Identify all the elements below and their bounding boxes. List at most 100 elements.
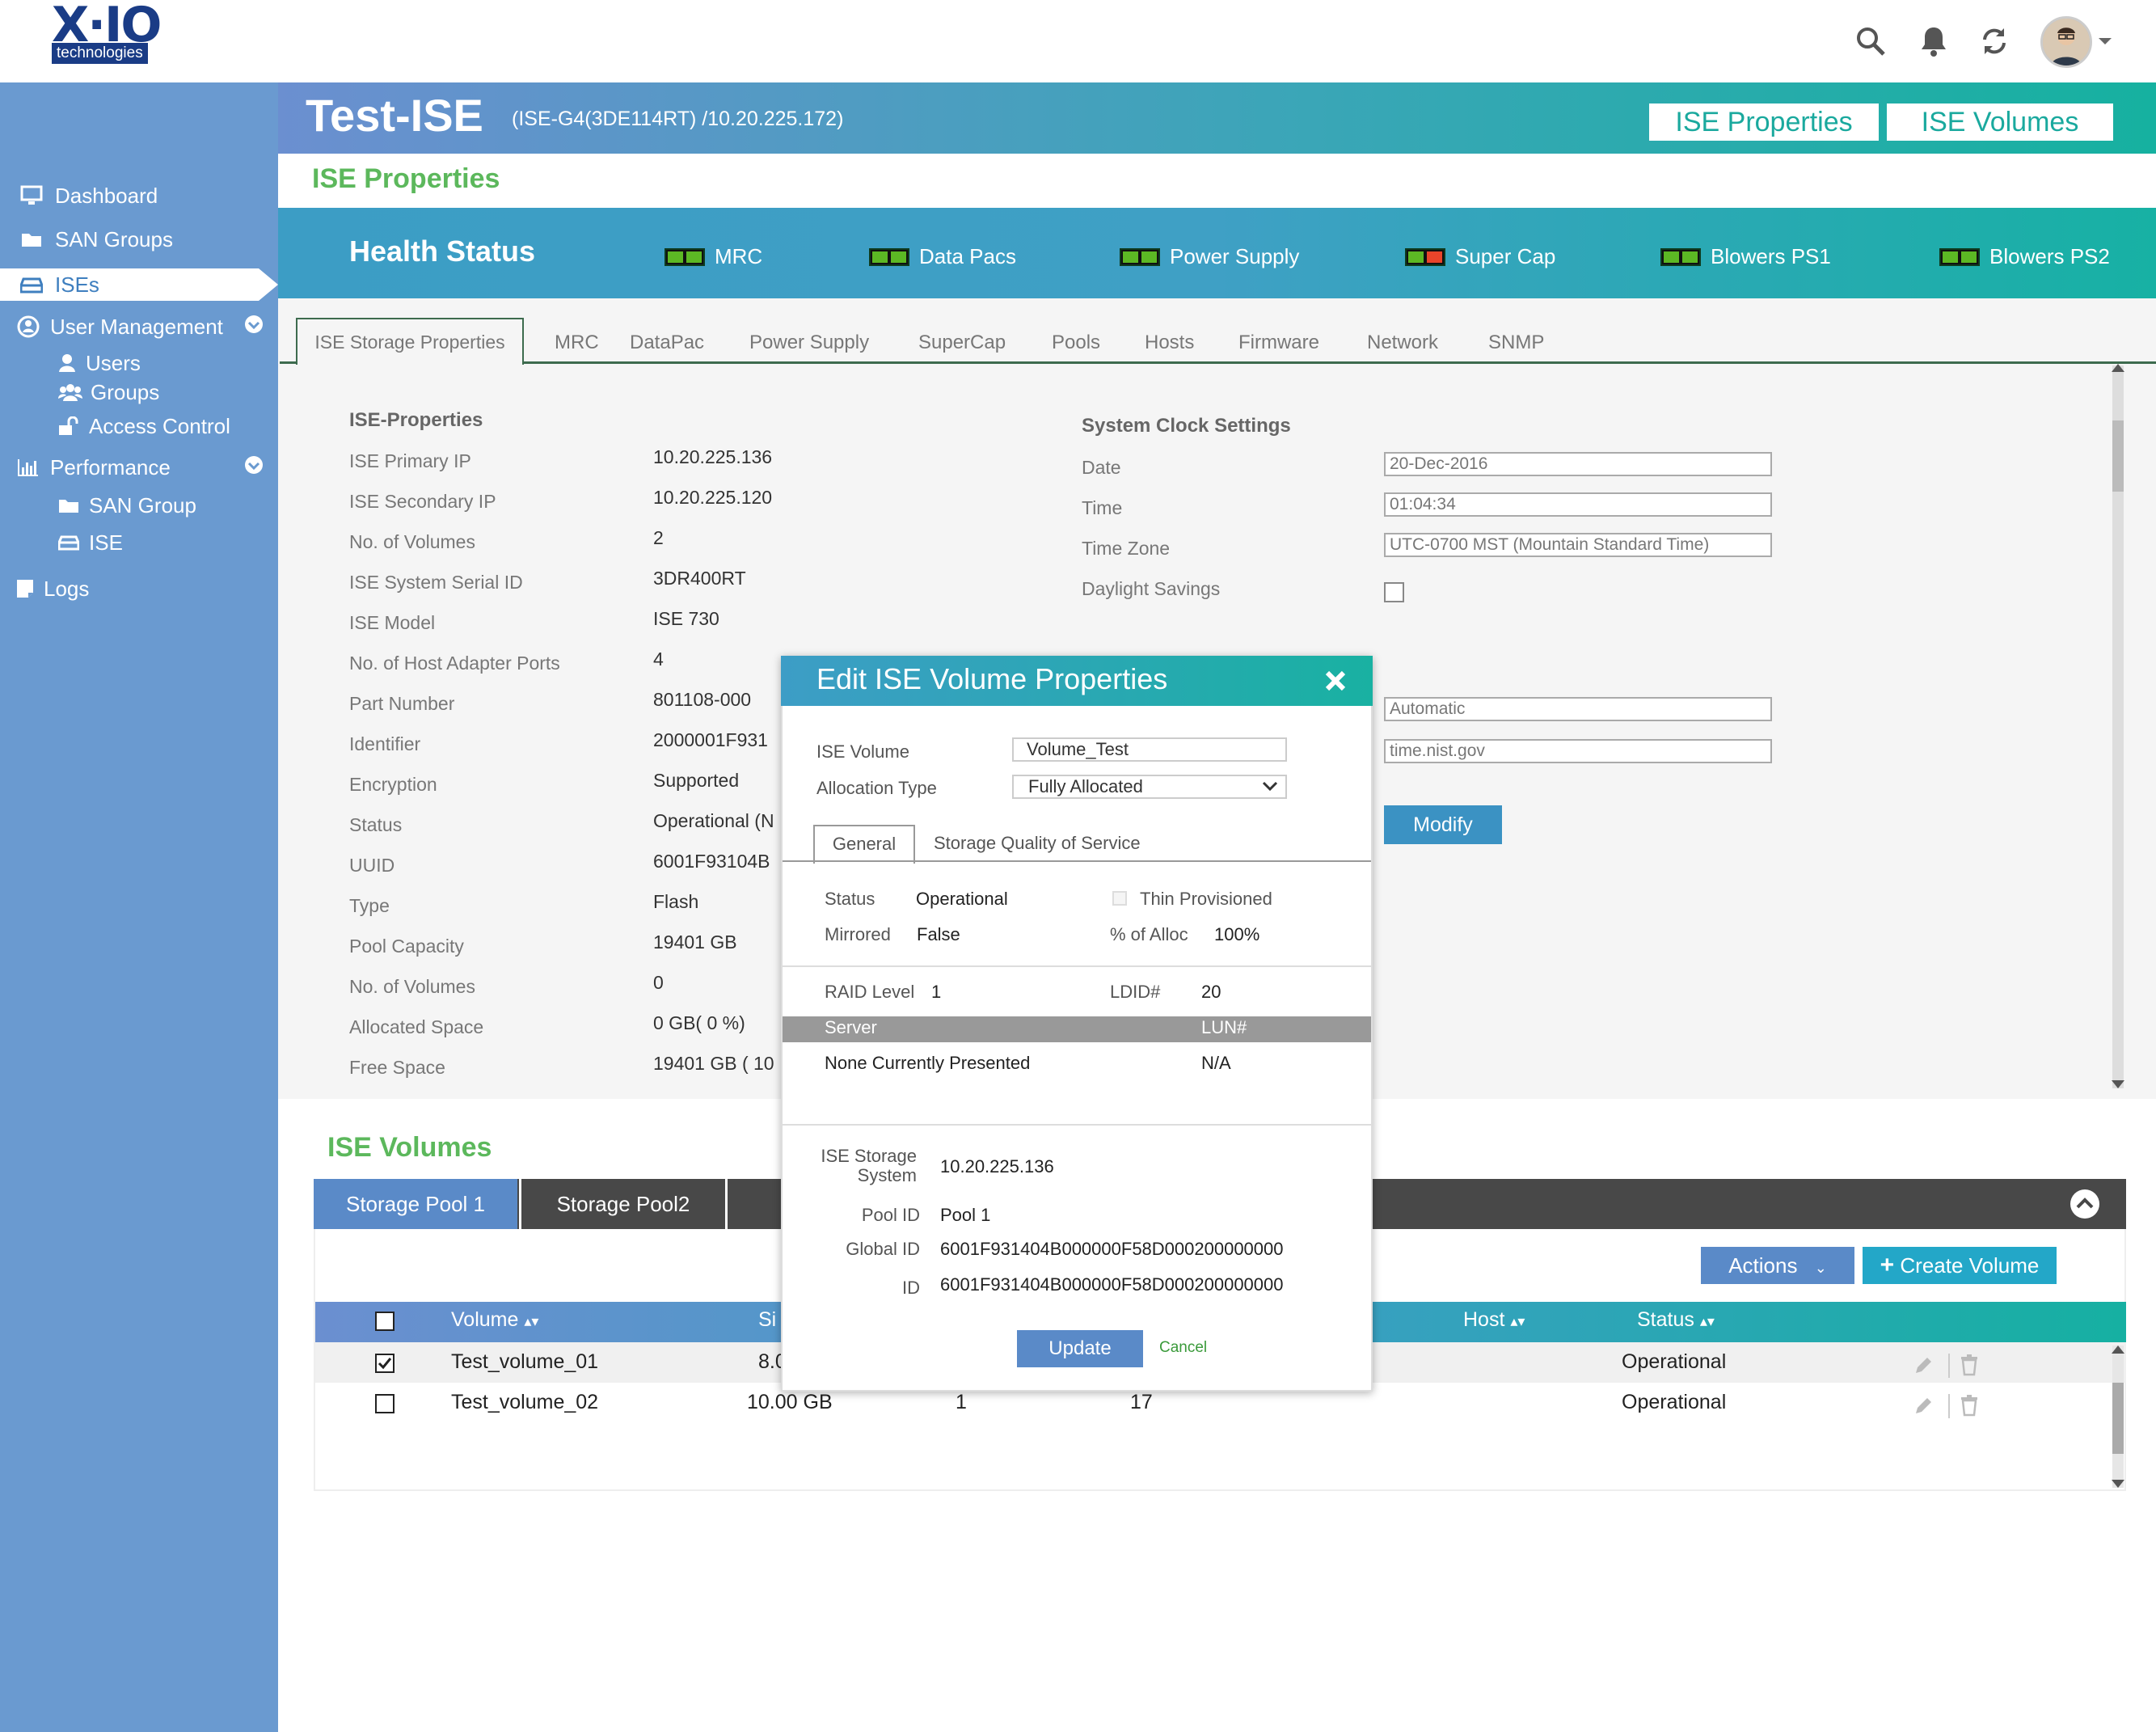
bell-icon[interactable]	[1915, 23, 1952, 60]
create-volume-button[interactable]: + Create Volume	[1863, 1247, 2057, 1284]
tab-mrc[interactable]: MRC	[555, 332, 599, 354]
prop-label: UUID	[349, 855, 395, 876]
thin-provisioned-checkbox[interactable]	[1112, 891, 1127, 906]
sidebar-item-san-group[interactable]: SAN Group	[0, 492, 278, 519]
sidebar-item-user-management[interactable]: User Management	[0, 312, 278, 341]
tab-snmp[interactable]: SNMP	[1488, 332, 1544, 354]
health-item-mrc[interactable]: MRC	[665, 244, 762, 269]
tab-supercap[interactable]: SuperCap	[918, 332, 1006, 354]
tab-ise-storage-properties[interactable]: ISE Storage Properties	[296, 318, 524, 365]
collapse-panel-icon[interactable]	[2070, 1189, 2100, 1223]
sidebar-item-san-groups[interactable]: SAN Groups	[0, 225, 278, 254]
ise-volumes-button[interactable]: ISE Volumes	[1887, 103, 2113, 141]
health-status-title: Health Status	[349, 234, 536, 268]
close-icon[interactable]	[1323, 668, 1348, 698]
tab-pools[interactable]: Pools	[1052, 332, 1100, 354]
chevron-down-icon	[244, 455, 264, 480]
tab-storage-pool-2[interactable]: Storage Pool2	[521, 1179, 725, 1229]
sidebar-item-dashboard[interactable]: Dashboard	[0, 181, 278, 210]
sidebar-item-groups[interactable]: Groups	[0, 378, 278, 406]
column-volume[interactable]: Volume ▴▾	[451, 1308, 538, 1332]
logo-tagline: technologies	[52, 43, 148, 64]
column-label: Volume	[451, 1308, 519, 1331]
edit-icon[interactable]	[1913, 1396, 1934, 1421]
sort-icon: ▴▾	[524, 1313, 539, 1329]
prop-label: Part Number	[349, 693, 455, 714]
volume-cell: 17	[1130, 1391, 1153, 1413]
modal-title: Edit ISE Volume Properties	[816, 662, 1168, 695]
trash-icon[interactable]	[1960, 1394, 1979, 1421]
health-item-label: Data Pacs	[919, 244, 1016, 268]
volumes-scrollbar-thumb[interactable]	[2112, 1383, 2124, 1454]
monitor-icon	[18, 185, 45, 206]
health-item-blowers-ps2[interactable]: Blowers PS2	[1939, 244, 2110, 269]
modify-button[interactable]: Modify	[1384, 805, 1502, 844]
volume-name: Test_volume_01	[451, 1350, 599, 1373]
user-avatar[interactable]	[2040, 16, 2092, 68]
select-all-checkbox[interactable]	[375, 1312, 394, 1331]
modal-tab-general[interactable]: General	[813, 825, 915, 864]
create-volume-label: Create Volume	[1900, 1253, 2040, 1278]
health-item-data-pacs[interactable]: Data Pacs	[869, 244, 1016, 269]
modal-tab-qos[interactable]: Storage Quality of Service	[934, 833, 1141, 854]
ntp-server-field[interactable]: time.nist.gov	[1384, 739, 1772, 763]
properties-scrollbar-thumb[interactable]	[2112, 420, 2124, 492]
column-size[interactable]: Si	[758, 1308, 776, 1332]
ntp-mode-field[interactable]: Automatic	[1384, 697, 1772, 721]
sidebar-item-users[interactable]: Users	[0, 349, 278, 377]
modal-tab-underline	[783, 860, 1371, 862]
update-button[interactable]: Update	[1017, 1330, 1143, 1367]
time-field[interactable]: 01:04:34	[1384, 492, 1772, 517]
scroll-up-icon[interactable]	[2112, 1345, 2124, 1354]
prop-value: ISE 730	[653, 608, 719, 629]
mirrored-value: False	[917, 924, 960, 944]
ise-properties-button[interactable]: ISE Properties	[1649, 103, 1879, 141]
allocation-type-select[interactable]: Fully Allocated	[1012, 775, 1287, 799]
column-status[interactable]: Status ▴▾	[1637, 1308, 1715, 1332]
scroll-up-icon[interactable]	[2112, 364, 2124, 372]
edit-icon[interactable]	[1913, 1355, 1934, 1380]
cancel-link[interactable]: Cancel	[1159, 1339, 1207, 1357]
date-field[interactable]: 20-Dec-2016	[1384, 452, 1772, 476]
tab-hosts[interactable]: Hosts	[1145, 332, 1194, 354]
allocation-type-value: Fully Allocated	[1028, 776, 1143, 796]
status-led-icon	[1120, 247, 1160, 266]
health-item-power-supply[interactable]: Power Supply	[1120, 244, 1299, 269]
refresh-icon[interactable]	[1976, 23, 2013, 60]
tab-network[interactable]: Network	[1367, 332, 1438, 354]
scroll-down-icon[interactable]	[2112, 1480, 2124, 1488]
company-logo[interactable]: X·IO technologies	[47, 0, 164, 66]
health-item-super-cap[interactable]: Super Cap	[1405, 244, 1555, 269]
user-menu-chevron-icon[interactable]	[2094, 23, 2116, 60]
health-item-blowers-ps1[interactable]: Blowers PS1	[1660, 244, 1831, 269]
row-checkbox[interactable]	[375, 1354, 394, 1373]
prop-label: Pool Capacity	[349, 936, 464, 957]
prop-value: 10.20.225.136	[653, 446, 773, 467]
actions-dropdown[interactable]: Actions ⌄	[1701, 1247, 1854, 1284]
scroll-down-icon[interactable]	[2112, 1080, 2124, 1088]
trash-icon[interactable]	[1960, 1354, 1979, 1380]
sidebar-item-logs[interactable]: Logs	[0, 574, 278, 603]
alloc-percent-value: 100%	[1214, 924, 1260, 944]
row-checkbox[interactable]	[375, 1394, 394, 1413]
health-item-label: Super Cap	[1455, 244, 1556, 268]
sidebar-item-ise[interactable]: ISE	[0, 529, 278, 556]
column-host[interactable]: Host ▴▾	[1463, 1308, 1525, 1332]
search-icon[interactable]	[1852, 23, 1889, 60]
tab-firmware[interactable]: Firmware	[1238, 332, 1319, 354]
label-line: System	[857, 1165, 917, 1185]
sidebar-item-ises[interactable]: ISEs	[0, 268, 259, 301]
ise-volume-field[interactable]: Volume_Test	[1012, 737, 1287, 762]
chevron-down-icon: ⌄	[1814, 1260, 1827, 1276]
tab-datapac[interactable]: DataPac	[630, 332, 704, 354]
prop-label: ISE Model	[349, 612, 436, 633]
tab-underline	[280, 361, 2156, 364]
sidebar-item-access-control[interactable]: Access Control	[0, 412, 278, 440]
prop-value: 2	[653, 527, 664, 548]
tab-power-supply[interactable]: Power Supply	[749, 332, 869, 354]
tab-storage-pool-1[interactable]: Storage Pool 1	[314, 1179, 517, 1229]
daylight-savings-checkbox[interactable]	[1384, 582, 1404, 602]
sidebar-item-performance[interactable]: Performance	[0, 453, 278, 482]
timezone-field[interactable]: UTC-0700 MST (Mountain Standard Time)	[1384, 533, 1772, 557]
prop-value: Operational (N	[653, 810, 774, 831]
